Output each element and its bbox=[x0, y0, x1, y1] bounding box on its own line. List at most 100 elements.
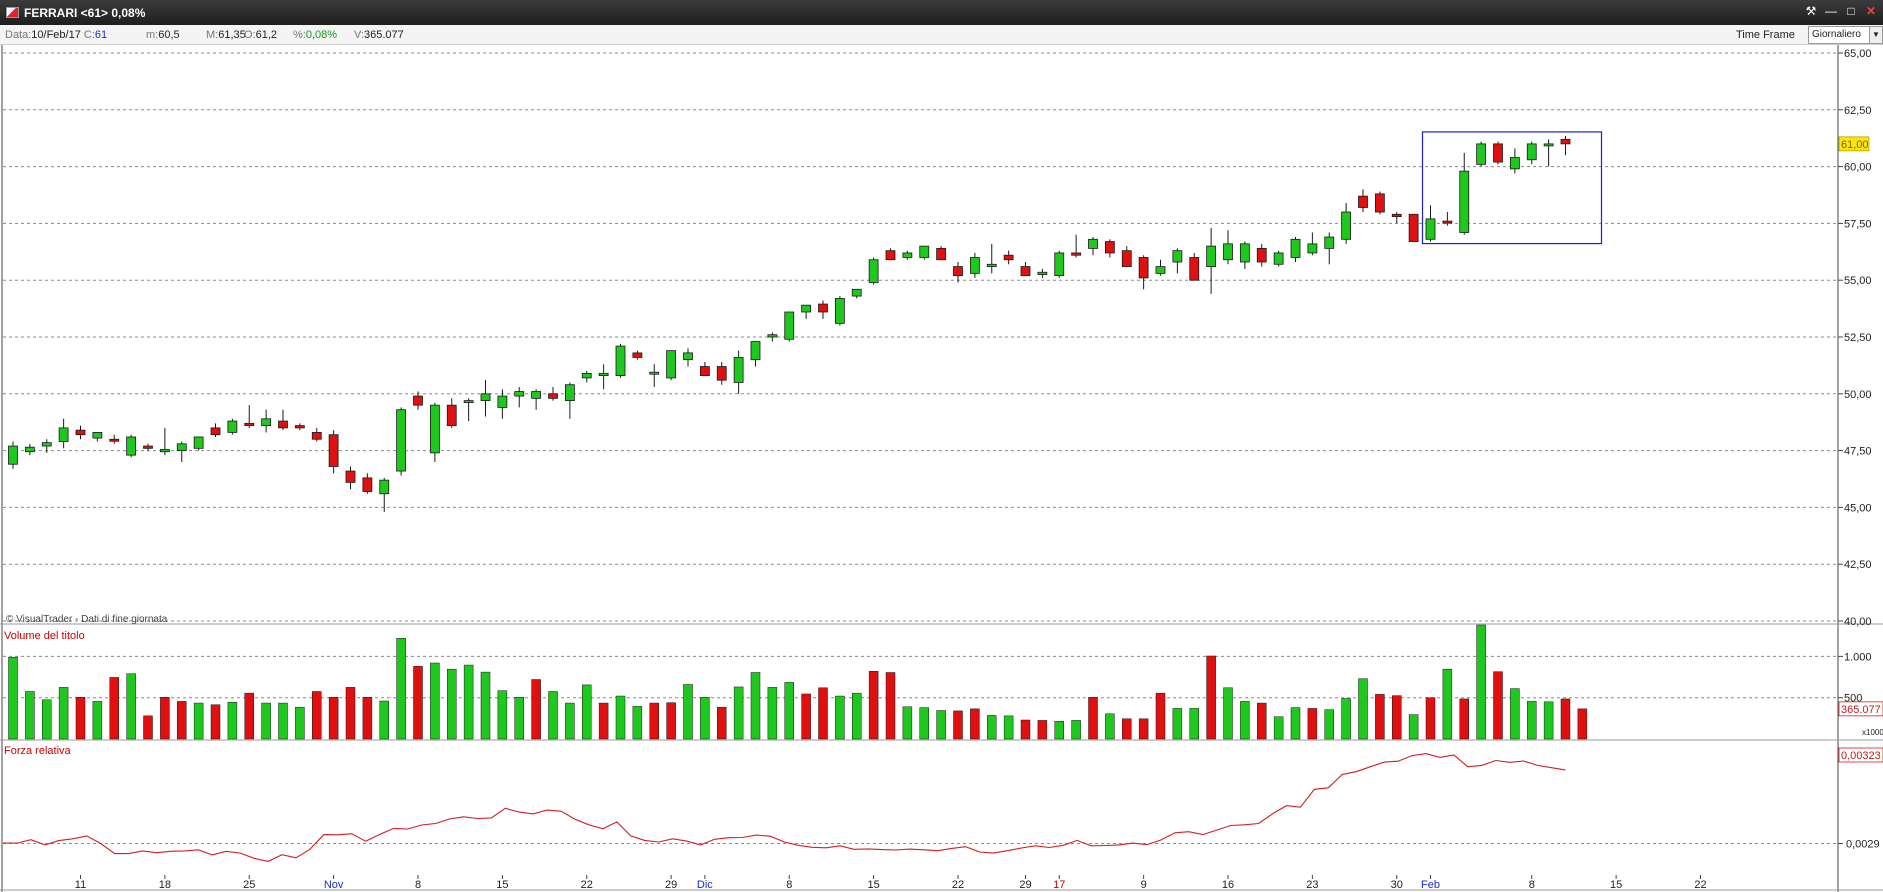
volume-bar[interactable] bbox=[75, 697, 86, 740]
candle[interactable] bbox=[143, 443, 153, 451]
volume-bar[interactable] bbox=[193, 702, 204, 740]
candle[interactable] bbox=[311, 427, 322, 442]
candle[interactable] bbox=[1560, 135, 1571, 156]
candle[interactable] bbox=[1324, 232, 1335, 265]
volume-bar[interactable] bbox=[700, 697, 710, 740]
candle[interactable] bbox=[1493, 141, 1503, 165]
candle[interactable] bbox=[1358, 189, 1368, 213]
volume-bar[interactable] bbox=[818, 687, 828, 740]
close-button[interactable]: ✕ bbox=[1863, 3, 1879, 19]
volume-bar[interactable] bbox=[1105, 713, 1115, 740]
candle[interactable] bbox=[480, 380, 491, 417]
volume-bar[interactable] bbox=[1375, 694, 1385, 740]
candle[interactable] bbox=[1526, 141, 1537, 165]
candle[interactable] bbox=[446, 398, 457, 428]
price-panel[interactable] bbox=[8, 131, 1603, 512]
candle[interactable] bbox=[531, 389, 542, 410]
candle[interactable] bbox=[41, 439, 52, 453]
candle[interactable] bbox=[24, 443, 35, 456]
candle[interactable] bbox=[227, 418, 238, 435]
candle[interactable] bbox=[1104, 239, 1115, 258]
candle[interactable] bbox=[548, 386, 558, 401]
candle[interactable] bbox=[396, 407, 407, 476]
volume-bar[interactable] bbox=[885, 672, 896, 740]
candle[interactable] bbox=[666, 350, 677, 381]
volume-bar[interactable] bbox=[1493, 671, 1503, 740]
volume-bar[interactable] bbox=[1577, 708, 1588, 740]
candle[interactable] bbox=[834, 296, 845, 326]
volume-bar[interactable] bbox=[1459, 698, 1469, 740]
volume-bar[interactable] bbox=[632, 706, 643, 740]
candle[interactable] bbox=[598, 364, 609, 390]
volume-bar[interactable] bbox=[919, 707, 929, 740]
candle[interactable] bbox=[1088, 237, 1098, 256]
volume-bar[interactable] bbox=[160, 697, 170, 740]
candle[interactable] bbox=[1054, 250, 1065, 278]
candle[interactable] bbox=[1121, 246, 1132, 267]
candle[interactable] bbox=[649, 364, 660, 387]
volume-bar[interactable] bbox=[531, 679, 541, 740]
maximize-button[interactable]: □ bbox=[1843, 3, 1859, 19]
volume-bar[interactable] bbox=[970, 708, 980, 740]
volume-bar[interactable] bbox=[548, 691, 558, 740]
volume-bar[interactable] bbox=[750, 672, 761, 740]
candle[interactable] bbox=[632, 350, 643, 360]
candle[interactable] bbox=[278, 409, 288, 431]
volume-bar[interactable] bbox=[1172, 708, 1183, 740]
candle[interactable] bbox=[8, 441, 18, 469]
volume-bar[interactable] bbox=[1510, 688, 1520, 740]
settings-wrench-icon[interactable]: ⚒ bbox=[1803, 3, 1819, 19]
volume-bar[interactable] bbox=[598, 702, 609, 740]
candle[interactable] bbox=[109, 434, 120, 444]
volume-bar[interactable] bbox=[58, 687, 69, 740]
candle[interactable] bbox=[1003, 250, 1014, 265]
candle[interactable] bbox=[851, 288, 862, 299]
volume-bar[interactable] bbox=[868, 671, 879, 740]
candle[interactable] bbox=[1408, 213, 1419, 242]
volume-bar[interactable] bbox=[430, 662, 440, 740]
volume-bar[interactable] bbox=[328, 697, 339, 740]
volume-bar[interactable] bbox=[278, 702, 288, 740]
candle[interactable] bbox=[767, 332, 778, 342]
volume-bar[interactable] bbox=[852, 692, 862, 740]
candle[interactable] bbox=[75, 425, 86, 440]
volume-bar[interactable] bbox=[413, 666, 423, 740]
candle[interactable] bbox=[1459, 152, 1470, 235]
volume-bar[interactable] bbox=[953, 710, 963, 740]
candle[interactable] bbox=[1071, 234, 1082, 258]
volume-bar[interactable] bbox=[295, 706, 305, 740]
volume-bar[interactable] bbox=[1037, 720, 1048, 740]
candle[interactable] bbox=[261, 409, 272, 433]
candle[interactable] bbox=[750, 341, 761, 367]
candle[interactable] bbox=[126, 434, 137, 458]
minimize-button[interactable]: — bbox=[1823, 3, 1839, 19]
candle[interactable] bbox=[1290, 237, 1301, 263]
volume-bar[interactable] bbox=[1155, 692, 1166, 740]
candle[interactable] bbox=[919, 245, 930, 260]
candle[interactable] bbox=[683, 348, 693, 367]
volume-bar[interactable] bbox=[379, 700, 389, 740]
volume-bar[interactable] bbox=[615, 695, 626, 740]
candle[interactable] bbox=[1172, 248, 1183, 274]
candle[interactable] bbox=[784, 311, 795, 342]
candle[interactable] bbox=[986, 243, 997, 274]
volume-bar[interactable] bbox=[312, 691, 322, 740]
candle[interactable] bbox=[1425, 205, 1436, 242]
volume-bar[interactable] bbox=[1324, 709, 1334, 740]
volume-bar[interactable] bbox=[362, 697, 373, 740]
volume-bar[interactable] bbox=[514, 697, 524, 740]
candle[interactable] bbox=[497, 389, 508, 419]
volume-bar[interactable] bbox=[1223, 687, 1233, 740]
candle[interactable] bbox=[379, 477, 390, 512]
candle[interactable] bbox=[1509, 148, 1520, 174]
volume-bar[interactable] bbox=[582, 684, 592, 740]
candle[interactable] bbox=[514, 386, 525, 408]
volume-bar[interactable] bbox=[1020, 719, 1031, 740]
volume-bar[interactable] bbox=[463, 664, 474, 740]
candle[interactable] bbox=[463, 398, 474, 422]
volume-bar[interactable] bbox=[1189, 708, 1199, 740]
candle[interactable] bbox=[1155, 259, 1166, 276]
candle[interactable] bbox=[1223, 230, 1233, 265]
candle[interactable] bbox=[210, 423, 221, 437]
candle[interactable] bbox=[1543, 139, 1554, 167]
